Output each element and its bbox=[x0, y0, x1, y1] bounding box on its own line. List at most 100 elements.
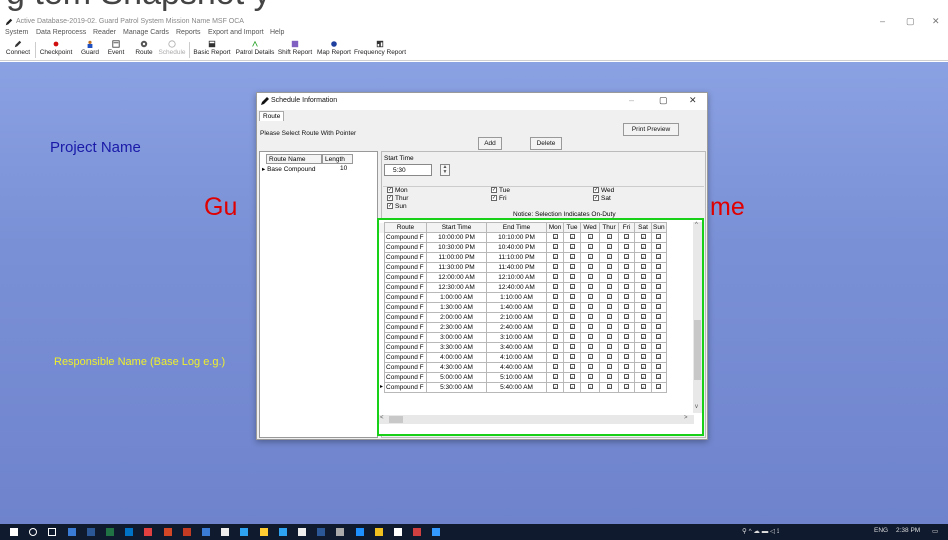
duty-checkbox-cell[interactable]: ✓ bbox=[634, 292, 653, 303]
guard-button[interactable]: Guard bbox=[78, 40, 102, 56]
duty-checkbox-cell[interactable]: ✓ bbox=[634, 342, 653, 353]
app-icon[interactable] bbox=[278, 528, 287, 536]
duty-checkbox-cell[interactable]: ✓ bbox=[634, 242, 653, 253]
checkbox[interactable]: ✓ bbox=[656, 274, 662, 280]
duty-checkbox-cell[interactable]: ✓ bbox=[634, 352, 653, 363]
route-cell[interactable]: Compound F bbox=[384, 272, 428, 283]
vertical-scroll-thumb[interactable] bbox=[694, 320, 701, 380]
menu-system[interactable]: System bbox=[5, 29, 28, 36]
app-icon[interactable] bbox=[240, 528, 249, 536]
duty-checkbox-cell[interactable]: ✓ bbox=[618, 252, 636, 263]
end-time-cell[interactable]: 4:40:00 AM bbox=[486, 362, 548, 373]
task-view-icon[interactable] bbox=[48, 528, 57, 536]
duty-checkbox-cell[interactable]: ✓ bbox=[651, 382, 667, 393]
checkbox[interactable]: ✓ bbox=[606, 264, 612, 270]
grid-row[interactable]: Compound F 3:30:00 AM 3:40:00 AM ✓ ✓ ✓ ✓ ✓ ✓ ✓ bbox=[379, 342, 667, 353]
checkbox[interactable]: ✓ bbox=[624, 384, 630, 390]
start-time-spinner[interactable]: ▲ ▼ bbox=[440, 164, 450, 176]
duty-checkbox-cell[interactable]: ✓ bbox=[651, 342, 667, 353]
duty-checkbox-cell[interactable]: ✓ bbox=[546, 352, 565, 363]
end-time-cell[interactable]: 5:10:00 AM bbox=[486, 372, 548, 383]
end-time-cell[interactable]: 11:40:00 PM bbox=[486, 262, 548, 273]
route-cell[interactable]: Compound F bbox=[384, 302, 428, 313]
checkbox[interactable]: ✓ bbox=[606, 364, 612, 370]
grid-row[interactable]: Compound F 4:30:00 AM 4:40:00 AM ✓ ✓ ✓ ✓ ✓ ✓ ✓ bbox=[379, 362, 667, 373]
app-icon[interactable] bbox=[432, 528, 441, 536]
checkbox[interactable]: ✓ bbox=[552, 284, 558, 290]
duty-checkbox-cell[interactable]: ✓ bbox=[580, 252, 601, 263]
checkbox[interactable]: ✓ bbox=[569, 384, 575, 390]
start-time-cell[interactable]: 1:30:00 AM bbox=[426, 302, 488, 313]
length-column-header[interactable]: Length bbox=[322, 154, 353, 164]
start-time-cell[interactable]: 1:00:00 AM bbox=[426, 292, 488, 303]
checkbox[interactable]: ✓ bbox=[569, 324, 575, 330]
start-time-cell[interactable]: 4:00:00 AM bbox=[426, 352, 488, 363]
checkbox[interactable]: ✓ bbox=[606, 314, 612, 320]
patrol-details-button[interactable]: Patrol Details bbox=[234, 40, 276, 56]
duty-checkbox-cell[interactable]: ✓ bbox=[546, 362, 565, 373]
checkbox[interactable]: ✓ bbox=[606, 384, 612, 390]
checkbox[interactable]: ✓ bbox=[569, 274, 575, 280]
start-time-cell[interactable]: 11:30:00 PM bbox=[426, 262, 488, 273]
shift-report-button[interactable]: Shift Report bbox=[276, 40, 314, 56]
grid-vertical-scrollbar[interactable]: ^ v bbox=[693, 222, 702, 413]
duty-checkbox-cell[interactable]: ✓ bbox=[651, 272, 667, 283]
duty-checkbox-cell[interactable]: ✓ bbox=[599, 262, 620, 273]
duty-checkbox-cell[interactable]: ✓ bbox=[634, 232, 653, 243]
duty-checkbox-cell[interactable]: ✓ bbox=[563, 232, 582, 243]
checkbox[interactable]: ✓ bbox=[569, 314, 575, 320]
checkbox[interactable]: ✓ bbox=[552, 374, 558, 380]
checkbox[interactable]: ✓ bbox=[656, 284, 662, 290]
start-time-cell[interactable]: 10:30:00 PM bbox=[426, 242, 488, 253]
checkbox[interactable]: ✓ bbox=[624, 284, 630, 290]
checkbox[interactable]: ✓ bbox=[624, 324, 630, 330]
duty-checkbox-cell[interactable]: ✓ bbox=[546, 232, 565, 243]
duty-checkbox-cell[interactable]: ✓ bbox=[563, 322, 582, 333]
scroll-up-arrow[interactable]: ^ bbox=[695, 222, 698, 228]
duty-checkbox-cell[interactable]: ✓ bbox=[618, 282, 636, 293]
duty-checkbox-cell[interactable]: ✓ bbox=[618, 262, 636, 273]
duty-checkbox-cell[interactable]: ✓ bbox=[618, 312, 636, 323]
duty-checkbox-cell[interactable]: ✓ bbox=[599, 372, 620, 383]
checkbox[interactable]: ✓ bbox=[640, 234, 646, 240]
grid-row[interactable]: Compound F 12:30:00 AM 12:40:00 AM ✓ ✓ ✓ ✓ ✓ ✓ ✓ bbox=[379, 282, 667, 293]
search-icon[interactable] bbox=[29, 528, 38, 536]
schedule-grid[interactable]: Route Start Time End Time Mon Tue Wed Th… bbox=[377, 218, 704, 436]
start-time-cell[interactable]: 12:30:00 AM bbox=[426, 282, 488, 293]
checkbox[interactable]: ✓ bbox=[656, 344, 662, 350]
checkbox[interactable]: ✓ bbox=[587, 234, 593, 240]
checkbox[interactable]: ✓ bbox=[656, 254, 662, 260]
route-cell[interactable]: Compound F bbox=[384, 252, 428, 263]
tab-route[interactable]: Route bbox=[259, 111, 285, 121]
checkbox[interactable]: ✓ bbox=[624, 344, 630, 350]
grid-col-start-time[interactable]: Start Time bbox=[426, 222, 488, 233]
route-cell[interactable]: Compound F bbox=[384, 242, 428, 253]
app-icon[interactable] bbox=[259, 528, 268, 536]
duty-checkbox-cell[interactable]: ✓ bbox=[651, 242, 667, 253]
checkbox[interactable]: ✓ bbox=[606, 324, 612, 330]
checkbox[interactable]: ✓ bbox=[569, 374, 575, 380]
start-time-cell[interactable]: 5:00:00 AM bbox=[426, 372, 488, 383]
duty-checkbox-cell[interactable]: ✓ bbox=[651, 312, 667, 323]
duty-checkbox-cell[interactable]: ✓ bbox=[599, 242, 620, 253]
delete-button[interactable]: Delete bbox=[530, 137, 562, 150]
checkbox[interactable]: ✓ bbox=[640, 364, 646, 370]
route-name-column-header[interactable]: Route Name bbox=[266, 154, 322, 164]
ie-icon[interactable] bbox=[355, 528, 364, 536]
checkbox[interactable]: ✓ bbox=[624, 234, 630, 240]
duty-checkbox-cell[interactable]: ✓ bbox=[563, 262, 582, 273]
checkbox[interactable]: ✓ bbox=[569, 264, 575, 270]
duty-checkbox-cell[interactable]: ✓ bbox=[546, 282, 565, 293]
dialog-maximize-button[interactable]: ▢ bbox=[659, 95, 668, 106]
duty-checkbox-cell[interactable]: ✓ bbox=[599, 332, 620, 343]
route-list[interactable]: Route Name Length ▸ Base Compound 10 bbox=[259, 151, 378, 438]
duty-checkbox-cell[interactable]: ✓ bbox=[563, 382, 582, 393]
duty-checkbox-cell[interactable]: ✓ bbox=[618, 332, 636, 343]
duty-checkbox-cell[interactable]: ✓ bbox=[651, 352, 667, 363]
start-time-cell[interactable]: 3:30:00 AM bbox=[426, 342, 488, 353]
grid-row[interactable]: ▸ Compound F 5:30:00 AM 5:40:00 AM ✓ ✓ ✓ ✓ ✓ ✓ ✓ bbox=[379, 382, 667, 393]
checkbox[interactable]: ✓ bbox=[552, 254, 558, 260]
start-time-cell[interactable]: 10:00:00 PM bbox=[426, 232, 488, 243]
duty-checkbox-cell[interactable]: ✓ bbox=[563, 342, 582, 353]
duty-checkbox-cell[interactable]: ✓ bbox=[634, 332, 653, 343]
